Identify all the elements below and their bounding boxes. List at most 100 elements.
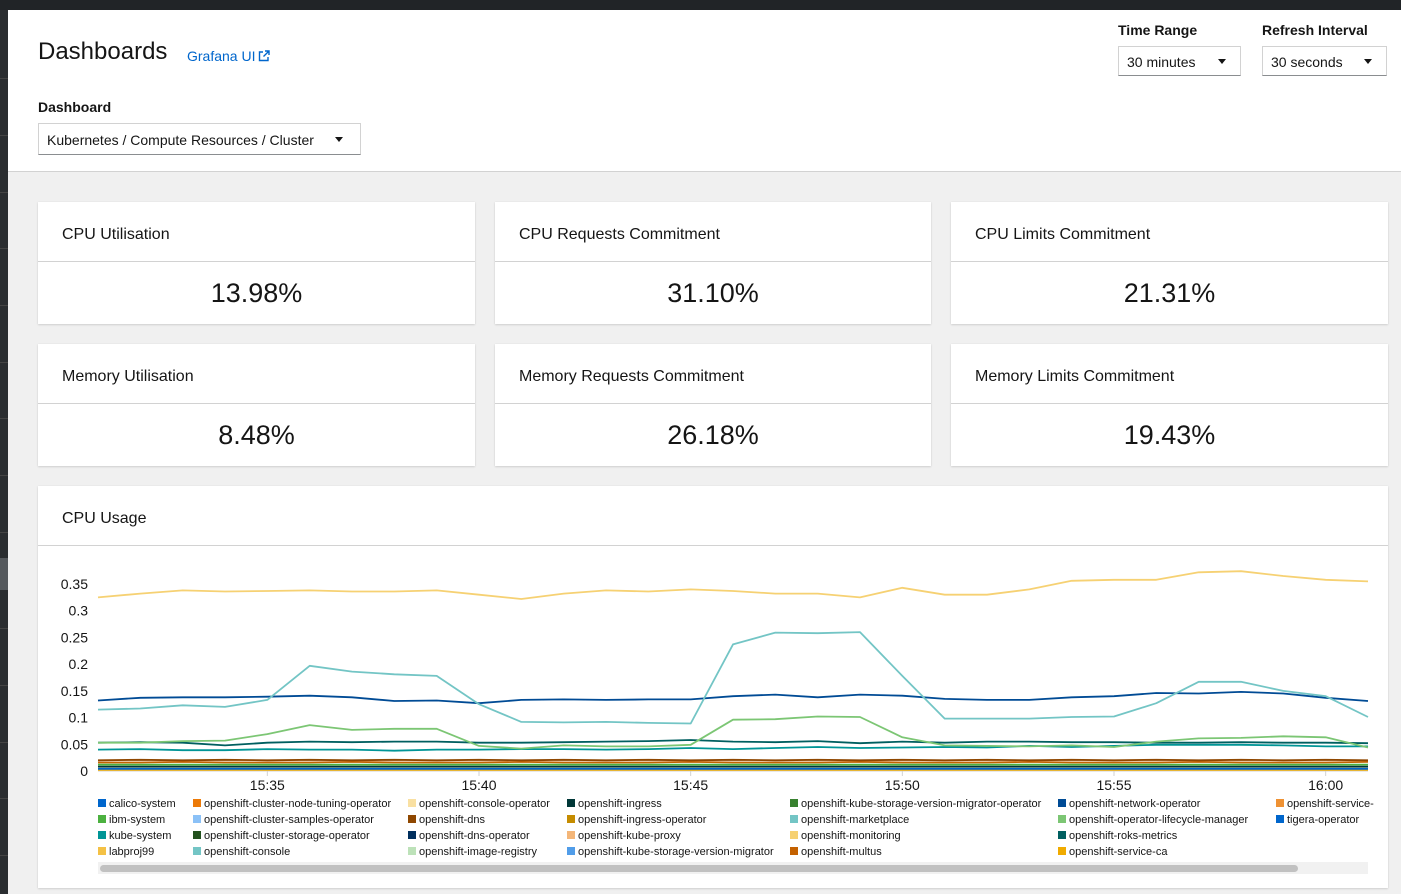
legend-item[interactable]: openshift-kube-storage-version-migrator-… (790, 798, 1041, 810)
masthead-bar (0, 0, 1401, 10)
stat-card-cpu-utilisation: CPU Utilisation 13.98% (38, 202, 475, 324)
legend-label: kube-system (109, 830, 172, 842)
legend-label: openshift-console-operator (419, 798, 550, 810)
stat-card-memory-limits-commitment: Memory Limits Commitment 19.43% (951, 344, 1388, 466)
caret-down-icon (1218, 59, 1226, 64)
legend-swatch (790, 799, 798, 807)
x-tick-label: 15:45 (673, 777, 708, 793)
dashboard-select[interactable]: Kubernetes / Compute Resources / Cluster (38, 123, 361, 155)
legend-label: openshift-cluster-storage-operator (204, 830, 370, 842)
legend-item[interactable]: openshift-cluster-storage-operator (193, 830, 370, 842)
series-line-kube-system (97, 743, 1368, 752)
y-tick-label: 0.15 (61, 683, 88, 699)
legend-label: openshift-service- (1287, 798, 1374, 810)
legend-swatch (790, 831, 798, 839)
legend-label: openshift-multus (801, 846, 882, 858)
legend-item[interactable]: labproj99 (98, 846, 154, 858)
stat-card-value: 13.98% (210, 278, 303, 308)
stat-card-title: Memory Requests Commitment (519, 368, 744, 385)
legend-label: openshift-cluster-samples-operator (204, 814, 374, 826)
scrollbar-thumb[interactable] (100, 865, 1298, 872)
dashboard-select-value: Kubernetes / Compute Resources / Cluster (47, 132, 314, 148)
legend-swatch (98, 815, 106, 823)
series-line-openshift-network-operator (97, 690, 1369, 705)
legend-item[interactable]: openshift-kube-storage-version-migrator (567, 846, 774, 858)
legend-item[interactable]: openshift-console-operator (408, 798, 550, 810)
legend-item[interactable]: openshift-image-registry (408, 846, 537, 858)
legend-label: openshift-kube-storage-version-migrator-… (801, 798, 1042, 810)
legend-swatch (1276, 815, 1284, 823)
caret-down-icon (335, 137, 343, 142)
series-line-openshift-multus (98, 760, 1369, 764)
legend-item[interactable]: openshift-ingress-operator (567, 814, 706, 826)
legend-item[interactable]: openshift-dns-operator (408, 830, 530, 842)
legend-swatch (98, 799, 106, 807)
time-range-select[interactable]: 30 minutes (1118, 46, 1241, 76)
y-tick-label: 0 (80, 763, 88, 779)
stat-card-memory-utilisation: Memory Utilisation 8.48% (38, 344, 475, 466)
caret-down-icon (1364, 59, 1372, 64)
stat-card-value: 26.18% (667, 420, 759, 450)
legend-item[interactable]: openshift-service-ca (1058, 846, 1167, 858)
stat-card-title: Memory Utilisation (62, 368, 194, 385)
legend-item[interactable]: openshift-dns (408, 814, 485, 826)
legend-item[interactable]: openshift-cluster-node-tuning-operator (193, 798, 391, 810)
refresh-interval-select[interactable]: 30 seconds (1262, 46, 1387, 76)
legend-label: openshift-service-ca (1069, 846, 1168, 858)
legend-item[interactable]: kube-system (98, 830, 171, 842)
time-range-label: Time Range (1118, 22, 1198, 38)
card-divider (495, 261, 931, 262)
card-divider (495, 403, 931, 404)
nav-active-item[interactable] (0, 558, 8, 590)
series-line-openshift-operator-lifecycle-manager (98, 715, 1369, 750)
legend-item[interactable]: tigera-operator (1276, 814, 1359, 826)
stat-card-title: CPU Limits Commitment (975, 226, 1151, 243)
legend-item[interactable]: openshift-marketplace (790, 814, 909, 826)
legend-swatch (408, 831, 416, 839)
legend-label: openshift-network-operator (1069, 798, 1201, 810)
legend-swatch (1058, 815, 1066, 823)
legend-item[interactable]: openshift-console (193, 846, 290, 858)
card-divider (38, 403, 475, 404)
legend-item[interactable]: openshift-network-operator (1058, 798, 1200, 810)
cpu-usage-panel: CPU Usage 0 0.05 0.1 0.15 0.2 0.25 0.3 0.35 15:3… (38, 486, 1388, 888)
legend-item[interactable]: openshift-kube-proxy (567, 830, 681, 842)
legend-label: openshift-roks-metrics (1069, 830, 1178, 842)
legend-item[interactable]: openshift-multus (790, 846, 882, 858)
legend-scrollbar[interactable] (98, 862, 1368, 874)
x-tick-label: 15:50 (885, 777, 920, 793)
stat-card-title: CPU Requests Commitment (519, 226, 720, 243)
stat-card-title: Memory Limits Commitment (975, 368, 1175, 385)
legend-item[interactable]: openshift-roks-metrics (1058, 830, 1177, 842)
legend-item[interactable]: openshift-operator-lifecycle-manager (1058, 814, 1248, 826)
stat-card-value: 31.10% (667, 278, 759, 308)
refresh-interval-value: 30 seconds (1271, 54, 1343, 70)
legend-label: tigera-operator (1287, 814, 1360, 826)
x-tick-label: 15:55 (1096, 777, 1131, 793)
time-range-value: 30 minutes (1127, 54, 1196, 70)
card-divider (951, 403, 1388, 404)
legend-swatch (567, 815, 575, 823)
legend-swatch (567, 847, 575, 855)
legend-label: openshift-ingress-operator (578, 814, 707, 826)
legend-label: openshift-dns-operator (419, 830, 530, 842)
legend-item[interactable]: ibm-system (98, 814, 165, 826)
legend-item[interactable]: openshift-monitoring (790, 830, 901, 842)
stat-card-cpu-requests-commitment: CPU Requests Commitment 31.10% (495, 202, 931, 324)
external-link-icon (259, 50, 271, 62)
legend-label: openshift-kube-proxy (578, 830, 681, 842)
legend-item[interactable]: openshift-cluster-samples-operator (193, 814, 374, 826)
legend-item[interactable]: openshift-ingress (567, 798, 662, 810)
legend-label: openshift-image-registry (419, 846, 537, 858)
chart-legend: calico-system ibm-system kube-system labpro… (98, 798, 1388, 868)
legend-item[interactable]: openshift-service- (1276, 798, 1374, 810)
page-header: Dashboards Grafana UI Time Range 30 minu… (8, 10, 1401, 172)
legend-item[interactable]: calico-system (98, 798, 176, 810)
grafana-ui-link[interactable]: Grafana UI (187, 48, 271, 64)
legend-label: openshift-marketplace (801, 814, 910, 826)
legend-label: openshift-monitoring (801, 830, 901, 842)
legend-label: ibm-system (109, 814, 166, 826)
legend-swatch (790, 815, 798, 823)
cpu-usage-chart: 0 0.05 0.1 0.15 0.2 0.25 0.3 0.35 15:35 15:40 15:4… (61, 570, 1369, 793)
x-tick-label: 15:40 (461, 777, 496, 793)
